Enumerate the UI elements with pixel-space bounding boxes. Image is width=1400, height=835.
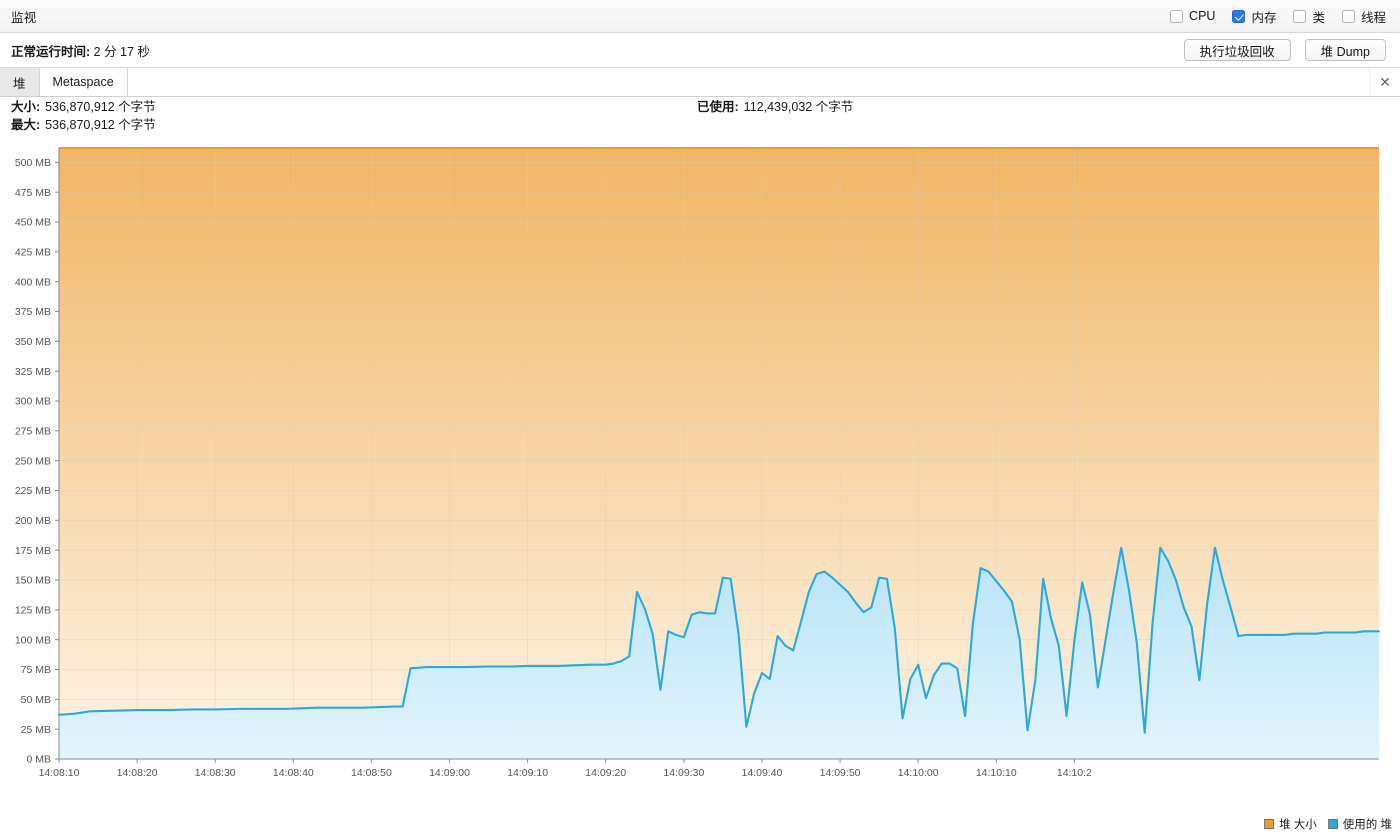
heap-max-value: 536,870,912 个字节 bbox=[45, 117, 156, 135]
svg-text:400 MB: 400 MB bbox=[15, 276, 51, 288]
svg-text:250 MB: 250 MB bbox=[15, 455, 51, 467]
heap-dump-button[interactable]: 堆 Dump bbox=[1305, 39, 1386, 61]
legend-item-heap-size: 堆 大小 bbox=[1264, 816, 1317, 832]
tab-metaspace[interactable]: Metaspace bbox=[40, 68, 128, 96]
svg-text:14:08:30: 14:08:30 bbox=[195, 767, 236, 779]
tab-strip: 堆 Metaspace ✕ bbox=[0, 67, 1400, 97]
checkbox-cpu-box[interactable] bbox=[1170, 10, 1183, 23]
heap-max-line: 最大: 536,870,912 个字节 bbox=[11, 117, 1400, 135]
uptime-value: 2 分 17 秒 bbox=[94, 45, 150, 59]
legend-label-heap-size: 堆 大小 bbox=[1279, 816, 1317, 832]
title-bar: 监视 CPU 内存 类 线程 bbox=[0, 0, 1400, 33]
svg-text:14:09:20: 14:09:20 bbox=[585, 767, 626, 779]
tab-strip-filler bbox=[128, 68, 1369, 96]
heap-used-line: 已使用: 112,439,032 个字节 bbox=[697, 99, 853, 117]
memory-chart: 0 MB 25 MB 50 MB 75 MB 100 MB 125 MB 150 MB 175… bbox=[0, 135, 1400, 835]
svg-text:150 MB: 150 MB bbox=[15, 575, 51, 587]
legend-swatch-heap-size bbox=[1264, 819, 1274, 829]
legend-label-heap-used: 使用的 堆 bbox=[1343, 816, 1392, 832]
heap-size-label: 大小: bbox=[11, 99, 40, 117]
heap-used-value: 112,439,032 个字节 bbox=[744, 99, 854, 117]
svg-text:125 MB: 125 MB bbox=[15, 604, 51, 616]
svg-text:425 MB: 425 MB bbox=[15, 246, 51, 258]
svg-text:175 MB: 175 MB bbox=[15, 545, 51, 557]
svg-text:375 MB: 375 MB bbox=[15, 306, 51, 318]
checkbox-threads[interactable]: 线程 bbox=[1342, 7, 1386, 26]
svg-text:300 MB: 300 MB bbox=[15, 396, 51, 408]
svg-text:0 MB: 0 MB bbox=[26, 754, 51, 766]
svg-text:14:10:10: 14:10:10 bbox=[976, 767, 1017, 779]
svg-text:75 MB: 75 MB bbox=[21, 664, 51, 676]
svg-text:500 MB: 500 MB bbox=[15, 157, 51, 169]
svg-text:225 MB: 225 MB bbox=[15, 485, 51, 497]
uptime-label: 正常运行时间: bbox=[11, 45, 90, 59]
svg-text:200 MB: 200 MB bbox=[15, 515, 51, 527]
svg-text:14:09:00: 14:09:00 bbox=[429, 767, 470, 779]
svg-text:14:09:30: 14:09:30 bbox=[663, 767, 704, 779]
checkbox-cpu-label: CPU bbox=[1189, 9, 1215, 23]
action-buttons: 执行垃圾回收 堆 Dump bbox=[1184, 39, 1386, 61]
heap-max-label: 最大: bbox=[11, 117, 40, 135]
checkbox-classes-box[interactable] bbox=[1293, 10, 1306, 23]
checkbox-classes[interactable]: 类 bbox=[1293, 7, 1325, 26]
uptime-bar: 正常运行时间: 2 分 17 秒 执行垃圾回收 堆 Dump bbox=[0, 33, 1400, 67]
svg-text:100 MB: 100 MB bbox=[15, 634, 51, 646]
heap-size-value: 536,870,912 个字节 bbox=[45, 99, 156, 117]
uptime-text: 正常运行时间: 2 分 17 秒 bbox=[11, 41, 150, 60]
svg-text:14:10:2: 14:10:2 bbox=[1057, 767, 1092, 779]
heap-info-row: 大小: 536,870,912 个字节 最大: 536,870,912 个字节 … bbox=[0, 97, 1400, 135]
metric-checkbox-group: CPU 内存 类 线程 bbox=[1170, 7, 1386, 26]
svg-text:325 MB: 325 MB bbox=[15, 366, 51, 378]
heap-used-label: 已使用: bbox=[697, 99, 739, 117]
svg-text:275 MB: 275 MB bbox=[15, 425, 51, 437]
window-title: 监视 bbox=[11, 7, 37, 26]
chart-legend: 堆 大小 使用的 堆 bbox=[1264, 816, 1392, 832]
tab-heap[interactable]: 堆 bbox=[0, 68, 40, 96]
svg-text:450 MB: 450 MB bbox=[15, 217, 51, 229]
perform-gc-button[interactable]: 执行垃圾回收 bbox=[1184, 39, 1291, 61]
checkbox-memory-label: 内存 bbox=[1251, 7, 1276, 26]
svg-text:14:08:40: 14:08:40 bbox=[273, 767, 314, 779]
checkbox-memory[interactable]: 内存 bbox=[1232, 7, 1276, 26]
checkbox-threads-box[interactable] bbox=[1342, 10, 1355, 23]
svg-text:25 MB: 25 MB bbox=[21, 724, 51, 736]
svg-text:14:08:50: 14:08:50 bbox=[351, 767, 392, 779]
legend-item-heap-used: 使用的 堆 bbox=[1328, 816, 1392, 832]
memory-chart-svg: 0 MB 25 MB 50 MB 75 MB 100 MB 125 MB 150 MB 175… bbox=[0, 135, 1400, 795]
monitor-window: 监视 CPU 内存 类 线程 正常运行时间: 2 分 17 秒 bbox=[0, 0, 1400, 835]
svg-text:14:09:40: 14:09:40 bbox=[742, 767, 783, 779]
svg-text:14:09:10: 14:09:10 bbox=[507, 767, 548, 779]
svg-text:350 MB: 350 MB bbox=[15, 336, 51, 348]
checkbox-memory-box[interactable] bbox=[1232, 10, 1245, 23]
checkbox-classes-label: 类 bbox=[1312, 7, 1325, 26]
close-icon[interactable]: ✕ bbox=[1369, 68, 1400, 96]
svg-text:14:09:50: 14:09:50 bbox=[820, 767, 861, 779]
svg-text:14:08:20: 14:08:20 bbox=[117, 767, 158, 779]
checkbox-threads-label: 线程 bbox=[1361, 7, 1386, 26]
legend-swatch-heap-used bbox=[1328, 819, 1338, 829]
svg-text:475 MB: 475 MB bbox=[15, 187, 51, 199]
svg-text:14:10:00: 14:10:00 bbox=[898, 767, 939, 779]
checkbox-cpu[interactable]: CPU bbox=[1170, 9, 1215, 23]
svg-text:14:08:10: 14:08:10 bbox=[39, 767, 80, 779]
svg-text:50 MB: 50 MB bbox=[21, 694, 51, 706]
